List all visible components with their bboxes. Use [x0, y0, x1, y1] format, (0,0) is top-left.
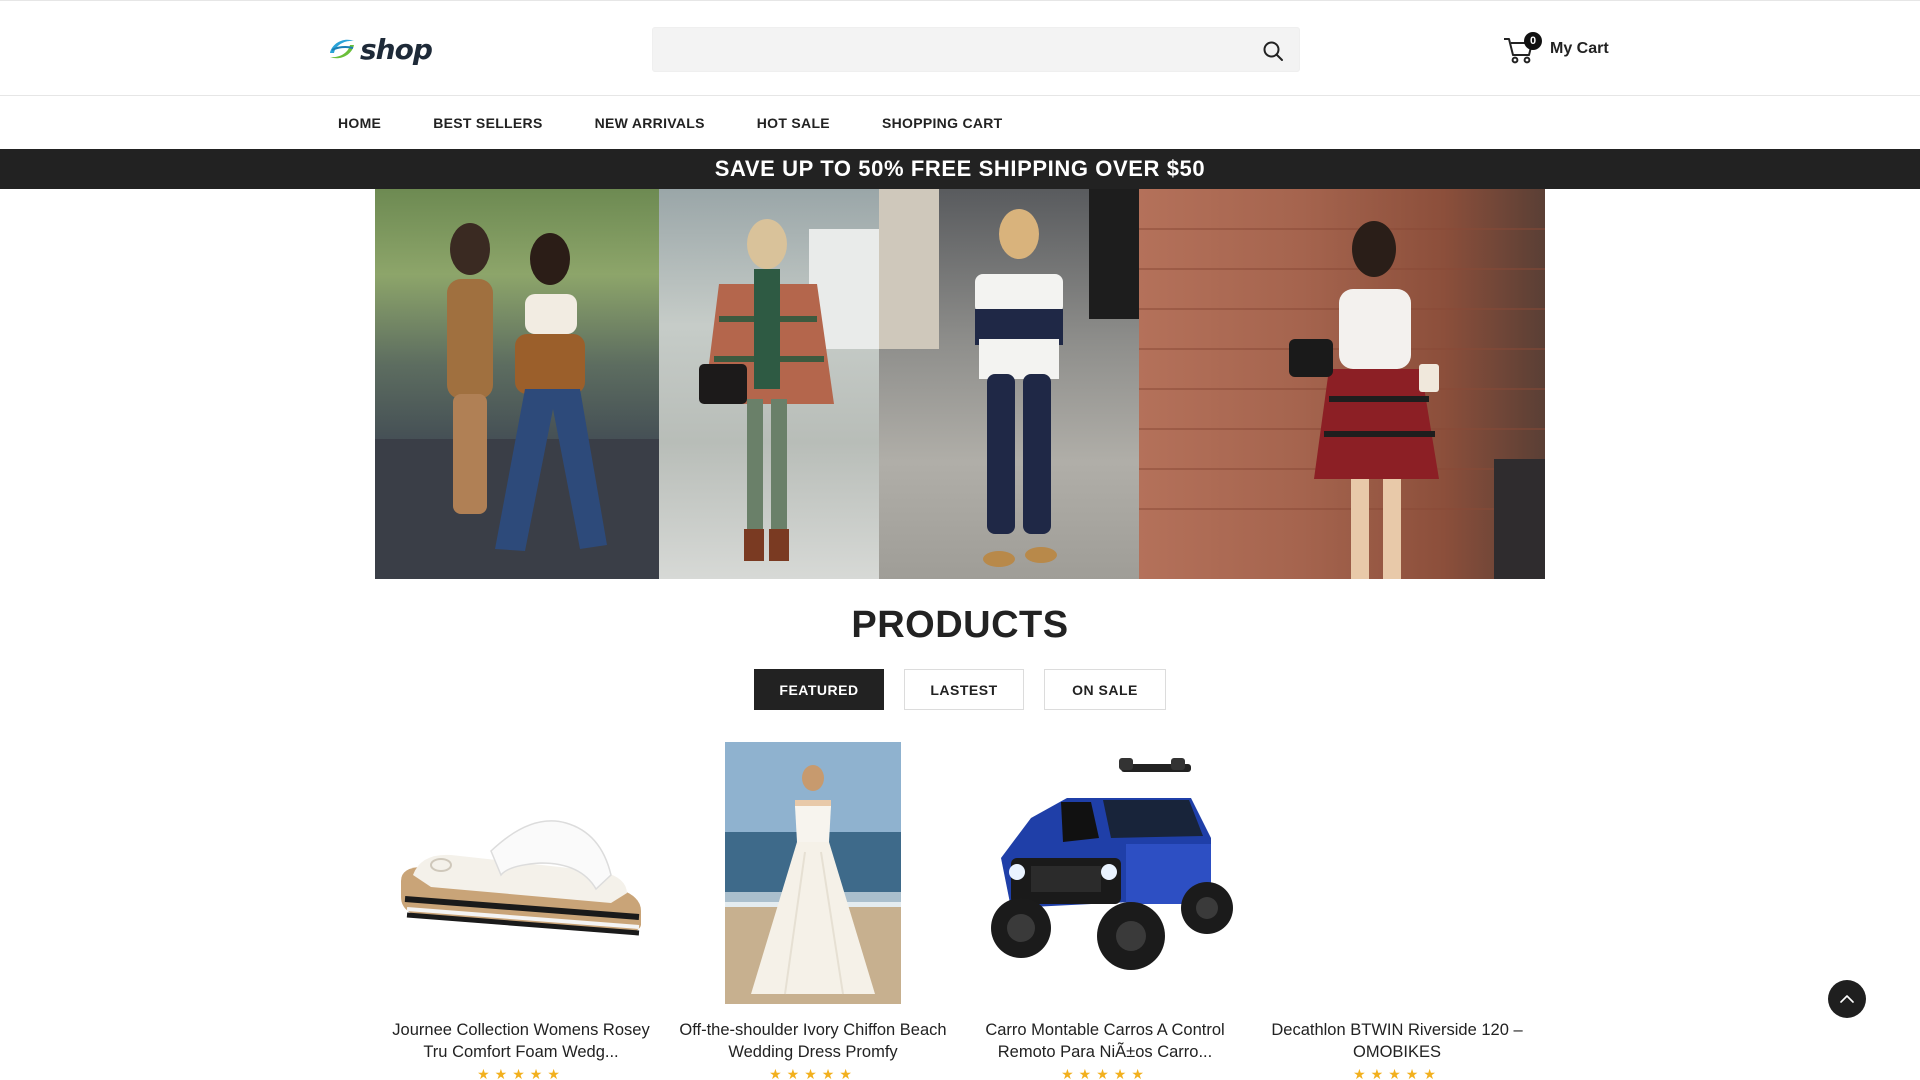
- search-icon[interactable]: [1261, 39, 1285, 63]
- main-nav: HOME BEST SELLERS NEW ARRIVALS HOT SALE …: [0, 96, 1920, 149]
- site-header: shop 0 My Cart: [0, 0, 1920, 96]
- hero-photo-street-duo: [375, 189, 659, 579]
- tab-on-sale[interactable]: ON SALE: [1044, 669, 1166, 710]
- back-to-top-button[interactable]: [1828, 980, 1866, 1018]
- hero-photo-plaid-poncho: [659, 189, 879, 579]
- hero-photo-plaid-skirt: [1139, 189, 1545, 579]
- product-card[interactable]: Journee Collection Womens Rosey Tru Comf…: [375, 742, 667, 1080]
- hero-banner[interactable]: [375, 189, 1545, 579]
- product-image[interactable]: [679, 742, 947, 1004]
- rating-stars: ★★★★★: [769, 1066, 857, 1080]
- rating-stars: ★★★★★: [477, 1066, 565, 1080]
- product-grid: Journee Collection Womens Rosey Tru Comf…: [375, 742, 1545, 1080]
- product-card[interactable]: Carro Montable Carros A Control Remoto P…: [959, 742, 1251, 1080]
- nav-item-best-sellers[interactable]: BEST SELLERS: [433, 115, 542, 131]
- cart-button[interactable]: 0 My Cart: [1502, 29, 1609, 69]
- hero-figure-illustration: [699, 219, 879, 561]
- nav-item-home[interactable]: HOME: [338, 115, 381, 131]
- product-name[interactable]: Carro Montable Carros A Control Remoto P…: [959, 1019, 1251, 1063]
- jeep-image: [991, 758, 1233, 970]
- search-bar: [652, 27, 1300, 72]
- search-input[interactable]: [653, 28, 1299, 71]
- cart-count-badge: 0: [1524, 32, 1542, 50]
- product-tabs: FEATURED LASTEST ON SALE: [754, 669, 1166, 710]
- product-image[interactable]: [1263, 742, 1531, 1004]
- cart-label: My Cart: [1550, 40, 1609, 57]
- tab-featured[interactable]: FEATURED: [754, 669, 884, 710]
- product-card[interactable]: Decathlon BTWIN Riverside 120 – OMOBIKES…: [1251, 742, 1543, 1080]
- sandal-image: [401, 820, 641, 936]
- nav-item-shopping-cart[interactable]: SHOPPING CART: [882, 115, 1003, 131]
- rating-stars: ★★★★★: [1353, 1066, 1441, 1080]
- hero-figure-illustration: [375, 223, 659, 579]
- logo-mark-icon: [330, 39, 354, 59]
- product-card[interactable]: Off-the-shoulder Ivory Chiffon Beach Wed…: [667, 742, 959, 1080]
- product-image[interactable]: [387, 742, 655, 1004]
- product-image[interactable]: [971, 742, 1239, 1004]
- product-name[interactable]: Journee Collection Womens Rosey Tru Comf…: [375, 1019, 667, 1063]
- chevron-up-icon: [1840, 995, 1854, 1003]
- hero-figure-illustration: [1139, 221, 1545, 579]
- cart-icon-wrap: 0: [1502, 32, 1542, 66]
- wedding-dress-image: [725, 742, 901, 1004]
- product-name[interactable]: Decathlon BTWIN Riverside 120 – OMOBIKES: [1251, 1019, 1543, 1063]
- hero-figure-illustration: [879, 189, 1139, 567]
- hero-photo-striped-tee: [879, 189, 1139, 579]
- nav-item-new-arrivals[interactable]: NEW ARRIVALS: [595, 115, 705, 131]
- site-logo[interactable]: shop: [326, 31, 433, 67]
- tab-lastest[interactable]: LASTEST: [904, 669, 1024, 710]
- products-section-title: PRODUCTS: [851, 604, 1069, 646]
- promo-banner: SAVE UP TO 50% FREE SHIPPING OVER $50: [0, 149, 1920, 189]
- nav-item-hot-sale[interactable]: HOT SALE: [757, 115, 830, 131]
- logo-text: shop: [360, 32, 433, 66]
- product-name[interactable]: Off-the-shoulder Ivory Chiffon Beach Wed…: [667, 1019, 959, 1063]
- rating-stars: ★★★★★: [1061, 1066, 1149, 1080]
